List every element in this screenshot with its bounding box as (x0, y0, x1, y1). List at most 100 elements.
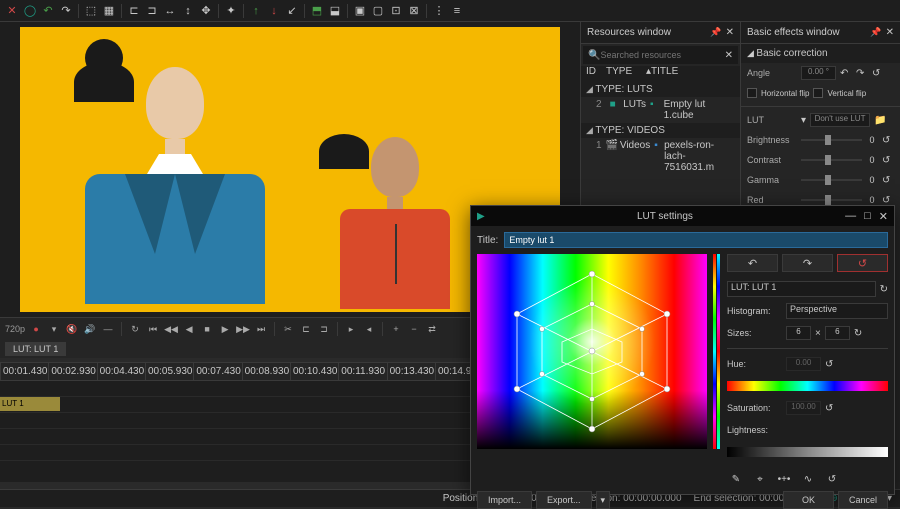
play-icon[interactable]: ▶ (218, 322, 232, 336)
box1-icon[interactable]: ⊡ (388, 3, 404, 19)
import-button[interactable]: Import... (477, 491, 532, 509)
size2-input[interactable]: 6 (825, 326, 850, 340)
hflip-checkbox[interactable] (747, 88, 757, 98)
curve-icon[interactable]: ∿ (799, 471, 817, 487)
eyedropper-icon[interactable]: ✎ (727, 471, 745, 487)
reset-icon[interactable]: ↺ (882, 135, 894, 146)
search-input[interactable] (600, 50, 724, 60)
cut-icon[interactable]: ✂ (281, 322, 295, 336)
undo-button[interactable]: ↶ (727, 254, 778, 272)
grid-icon[interactable]: ▦ (101, 3, 117, 19)
align-v-icon[interactable]: ↕ (180, 3, 196, 19)
lut-select[interactable]: Don't use LUT (810, 113, 870, 127)
reset-icon[interactable]: ↺ (825, 359, 833, 370)
section-header[interactable]: ◢ Basic correction (741, 44, 900, 63)
skip-start-icon[interactable]: ⏮ (146, 322, 160, 336)
next-frame-icon[interactable]: ▶▶ (236, 322, 250, 336)
redo-icon[interactable]: ↷ (58, 3, 74, 19)
lut-title-input[interactable] (504, 232, 888, 248)
reset-icon[interactable]: ↺ (872, 68, 884, 79)
play-back-icon[interactable]: ◀ (182, 322, 196, 336)
mark-in-icon[interactable]: ▸ (344, 322, 358, 336)
close-panel-icon[interactable]: ✕ (726, 27, 734, 38)
arrow-diag-icon[interactable]: ↙ (284, 3, 300, 19)
record-icon[interactable]: ● (29, 322, 43, 336)
move-icon[interactable]: ✥ (198, 3, 214, 19)
zoom-in-icon[interactable]: + (389, 322, 403, 336)
split-right-icon[interactable]: ⊐ (317, 322, 331, 336)
hue-gradient[interactable] (727, 381, 888, 391)
cancel-button[interactable]: Cancel (838, 491, 888, 509)
marker-icon[interactable]: ▾ (47, 322, 61, 336)
speed-icon[interactable]: — (101, 322, 115, 336)
select-icon[interactable]: ⬚ (83, 3, 99, 19)
reset-button[interactable]: ↺ (837, 254, 888, 272)
group-icon[interactable]: ▣ (352, 3, 368, 19)
stop-icon[interactable]: ■ (200, 322, 214, 336)
circle-tool-icon[interactable]: ◯ (22, 3, 38, 19)
slider[interactable] (801, 159, 862, 161)
slider[interactable] (801, 199, 862, 201)
reset-icon[interactable]: ↺ (825, 403, 833, 414)
lut-clip[interactable]: LUT 1 (0, 397, 60, 411)
rotate-ccw-icon[interactable]: ↶ (840, 68, 852, 79)
resource-group-videos[interactable]: ◢ TYPE: VIDEOS (581, 123, 740, 138)
minimize-icon[interactable]: — (845, 210, 856, 223)
align-h-icon[interactable]: ↔ (162, 3, 178, 19)
vflip-checkbox[interactable] (813, 88, 823, 98)
volume-icon[interactable]: 🔊 (83, 322, 97, 336)
pin-icon[interactable]: 📌 (710, 27, 721, 38)
skip-end-icon[interactable]: ⏭ (254, 322, 268, 336)
mute-icon[interactable]: 🔇 (65, 322, 79, 336)
export-button[interactable]: Export... (536, 491, 592, 509)
hue-bars[interactable] (713, 254, 721, 449)
slider[interactable] (801, 139, 862, 141)
resolution-label[interactable]: 720p (5, 324, 25, 334)
angle-input[interactable]: 0.00 ° (801, 66, 836, 80)
browse-icon[interactable]: 📁 (874, 115, 886, 126)
layer-bot-icon[interactable]: ⬓ (327, 3, 343, 19)
loop-icon[interactable]: ↻ (128, 322, 142, 336)
reset-icon[interactable]: ↺ (882, 155, 894, 166)
refresh-icon[interactable]: ↻ (854, 328, 862, 339)
resource-item[interactable]: 1 🎬 Videos ▪ pexels-ron-lach-7516031.m (581, 138, 740, 175)
ungroup-icon[interactable]: ▢ (370, 3, 386, 19)
clear-search-icon[interactable]: ✕ (725, 50, 733, 61)
redo-button[interactable]: ↷ (782, 254, 833, 272)
crosshair-icon[interactable]: ✦ (223, 3, 239, 19)
timeline-tab[interactable]: LUT: LUT 1 (5, 342, 66, 356)
lut-select[interactable]: LUT: LUT 1 (727, 281, 876, 297)
slider[interactable] (801, 179, 862, 181)
reset-icon[interactable]: ↺ (882, 195, 894, 206)
arrow-down-icon[interactable]: ↓ (266, 3, 282, 19)
link-icon[interactable]: ⇄ (425, 322, 439, 336)
more-icon[interactable]: ⋮ (431, 3, 447, 19)
reset-icon[interactable]: ↺ (823, 471, 841, 487)
rotate-cw-icon[interactable]: ↷ (856, 68, 868, 79)
layer-top-icon[interactable]: ⬒ (309, 3, 325, 19)
prev-frame-icon[interactable]: ◀◀ (164, 322, 178, 336)
chevron-down-icon[interactable]: ▾ (801, 115, 806, 126)
maximize-icon[interactable]: □ (864, 210, 871, 223)
picker-icon[interactable]: ⌖ (751, 471, 769, 487)
delete-icon[interactable]: ✕ (4, 3, 20, 19)
zoom-out-icon[interactable]: − (407, 322, 421, 336)
arrow-up-icon[interactable]: ↑ (248, 3, 264, 19)
lightness-gradient[interactable] (727, 447, 888, 457)
export-menu-icon[interactable]: ▾ (596, 491, 611, 509)
resource-group-luts[interactable]: ◢ TYPE: LUTS (581, 82, 740, 97)
refresh-icon[interactable]: ↻ (880, 284, 888, 295)
histogram-select[interactable]: Perspective (786, 303, 888, 319)
color-cube-editor[interactable] (477, 254, 707, 449)
hue-input[interactable]: 0.00 (786, 357, 821, 371)
split-left-icon[interactable]: ⊏ (299, 322, 313, 336)
menu-icon[interactable]: ≡ (449, 3, 465, 19)
close-panel-icon[interactable]: ✕ (886, 27, 894, 38)
reset-icon[interactable]: ↺ (882, 175, 894, 186)
sat-input[interactable]: 100.00 (786, 401, 821, 415)
size1-input[interactable]: 6 (786, 326, 811, 340)
mark-out-icon[interactable]: ◂ (362, 322, 376, 336)
add-point-icon[interactable]: •+• (775, 471, 793, 487)
resource-item[interactable]: 2 ■ LUTs ▪ Empty lut 1.cube (581, 97, 740, 123)
close-icon[interactable]: ✕ (879, 210, 888, 223)
